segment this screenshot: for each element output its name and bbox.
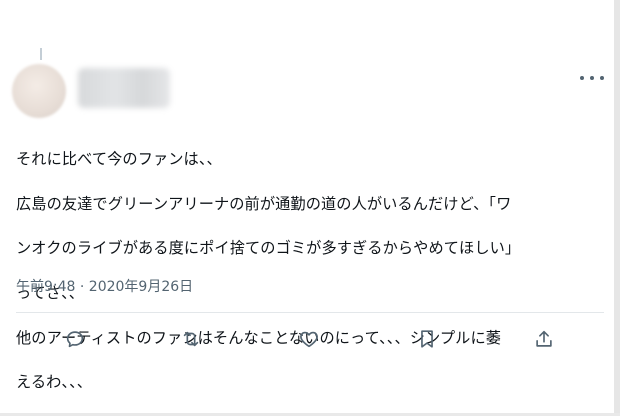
like-button[interactable] bbox=[296, 326, 322, 352]
reply-button[interactable] bbox=[62, 326, 88, 352]
heart-icon bbox=[300, 331, 318, 348]
bookmark-button[interactable] bbox=[414, 326, 440, 352]
page-edge bbox=[614, 0, 620, 413]
dot bbox=[580, 76, 584, 80]
tweet-text-line: ンオクのライブがある度にポイ捨てのゴミが多すぎるからやめてほしい」 bbox=[16, 239, 521, 258]
bookmark-icon bbox=[421, 330, 433, 348]
tweet-text-line: 広島の友達でグリーンアリーナの前が通勤の道の人がいるんだけど、「ワ bbox=[16, 194, 512, 213]
more-horizontal-icon[interactable] bbox=[580, 70, 604, 86]
share-button[interactable] bbox=[531, 326, 557, 352]
reply-icon bbox=[66, 331, 84, 348]
retweet-button[interactable] bbox=[178, 326, 204, 352]
retweet-icon bbox=[183, 331, 199, 347]
thread-line bbox=[40, 48, 42, 60]
dot bbox=[590, 76, 594, 80]
tweet-timestamp[interactable]: 午前9:48 · 2020年9月26日 bbox=[16, 276, 193, 296]
tweet-text-line: えるわ、、、 bbox=[16, 373, 93, 392]
dot bbox=[600, 76, 604, 80]
tweet-text: それに比べて今のファンは、、 広島の友達でグリーンアリーナの前が通勤の道の人がい… bbox=[16, 126, 606, 416]
divider bbox=[16, 312, 604, 313]
tweet-card: それに比べて今のファンは、、 広島の友達でグリーンアリーナの前が通勤の道の人がい… bbox=[0, 0, 620, 413]
tweet-text-line: それに比べて今のファンは、、 bbox=[16, 150, 222, 169]
share-icon bbox=[536, 330, 552, 347]
avatar[interactable] bbox=[12, 64, 66, 118]
author-name-blurred[interactable] bbox=[78, 68, 170, 108]
